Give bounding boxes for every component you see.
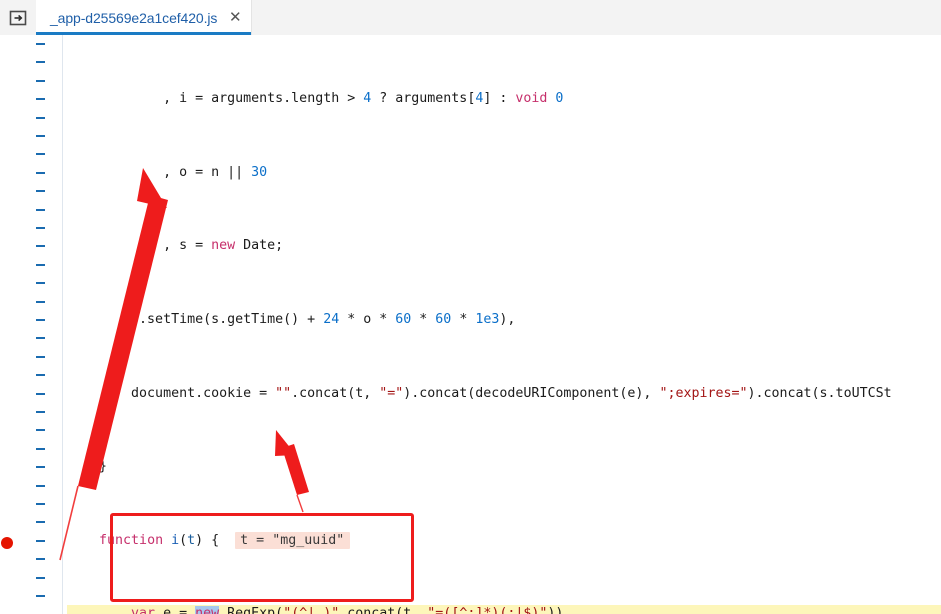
gutter-divider [62,35,63,614]
line-marker-dash [36,374,45,377]
line-marker-dash [36,171,45,174]
line-marker-dash [36,503,45,505]
line-marker-dash [36,521,45,524]
editor-tab-app-js[interactable]: _app-d25569e2a1cef420.js ✕ [36,0,253,35]
editor-tab-label: _app-d25569e2a1cef420.js [50,9,218,26]
line-marker-dash [36,319,45,321]
line-marker-dash [36,447,45,450]
line-marker-dash [36,392,45,395]
line-marker-dash [36,484,45,487]
line-marker-dash [36,558,45,561]
line-marker-dash [36,337,45,340]
line-marker-dash [36,153,45,156]
line-marker-dash [36,466,45,469]
close-icon[interactable]: ✕ [227,10,243,26]
line-marker-dash [36,539,45,542]
code-line: , o = n || 30 [67,164,268,180]
line-marker-dash [36,43,45,45]
line-marker-dash [36,263,45,266]
line-marker-dash [36,227,45,229]
open-editor-icon-glyph [9,10,27,25]
open-editor-icon[interactable] [0,0,36,35]
line-marker-dash [36,300,45,303]
code-line-highlighted: var e = new RegExp("(^| )".concat(t, "=(… [0,605,941,614]
code-line: } [67,459,108,475]
highlight-box-function-a [110,513,414,602]
line-marker-dash [36,190,45,193]
line-marker-dash [36,208,45,211]
code-line: document.cookie = "".concat(t, "=").conc… [67,385,892,401]
line-marker-dash [36,595,45,597]
line-marker-dash [36,576,45,579]
line-marker-dash [36,282,45,285]
line-marker-dash [36,116,45,119]
breakpoint-gutter[interactable] [0,35,20,614]
line-marker-dash [36,245,45,248]
line-marker-dash [36,79,45,82]
line-marker-dash [36,61,45,64]
line-marker-dash [36,429,45,432]
code-line: , i = arguments.length > 4 ? arguments[4… [67,91,564,107]
line-marker-dash [36,355,45,358]
tab-bar: _app-d25569e2a1cef420.js ✕ [0,0,941,36]
code-line: s.setTime(s.getTime() + 24 * o * 60 * 60… [67,312,516,328]
line-marker-dash [36,98,45,101]
code-line: , s = new Date; [67,238,284,254]
line-marker-dash [36,135,45,137]
selected-token[interactable]: new [195,606,220,614]
line-marker-dash [36,411,45,413]
breakpoint-dot-icon[interactable] [1,537,13,549]
line-marker-gutter [20,35,62,614]
